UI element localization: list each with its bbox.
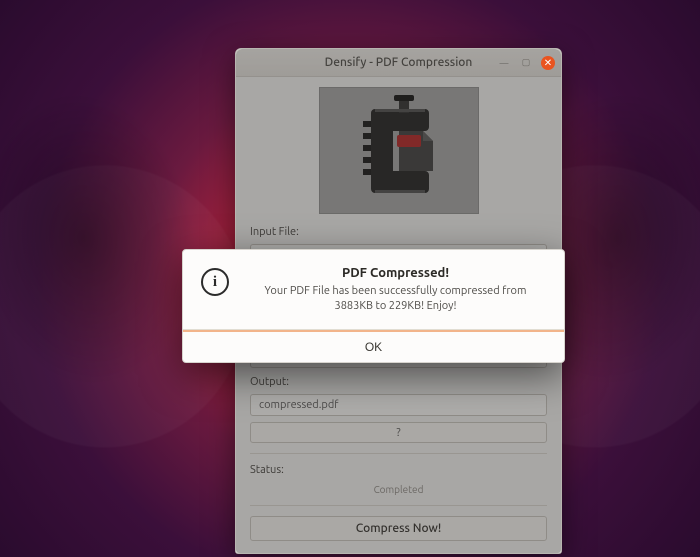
dialog-body: i PDF Compressed! Your PDF File has been… [183,250,564,329]
dialog-message: Your PDF File has been successfully comp… [247,284,544,315]
dialog-text: PDF Compressed! Your PDF File has been s… [247,266,544,315]
window-controls: — ▢ ✕ [497,56,555,70]
info-icon: i [201,268,229,296]
info-dialog: i PDF Compressed! Your PDF File has been… [182,249,565,363]
maximize-button[interactable]: ▢ [519,56,533,70]
dialog-actions: OK [183,329,564,362]
ok-button[interactable]: OK [183,330,564,362]
close-button[interactable]: ✕ [541,56,555,70]
minimize-button[interactable]: — [497,56,511,70]
dialog-title: PDF Compressed! [247,266,544,280]
